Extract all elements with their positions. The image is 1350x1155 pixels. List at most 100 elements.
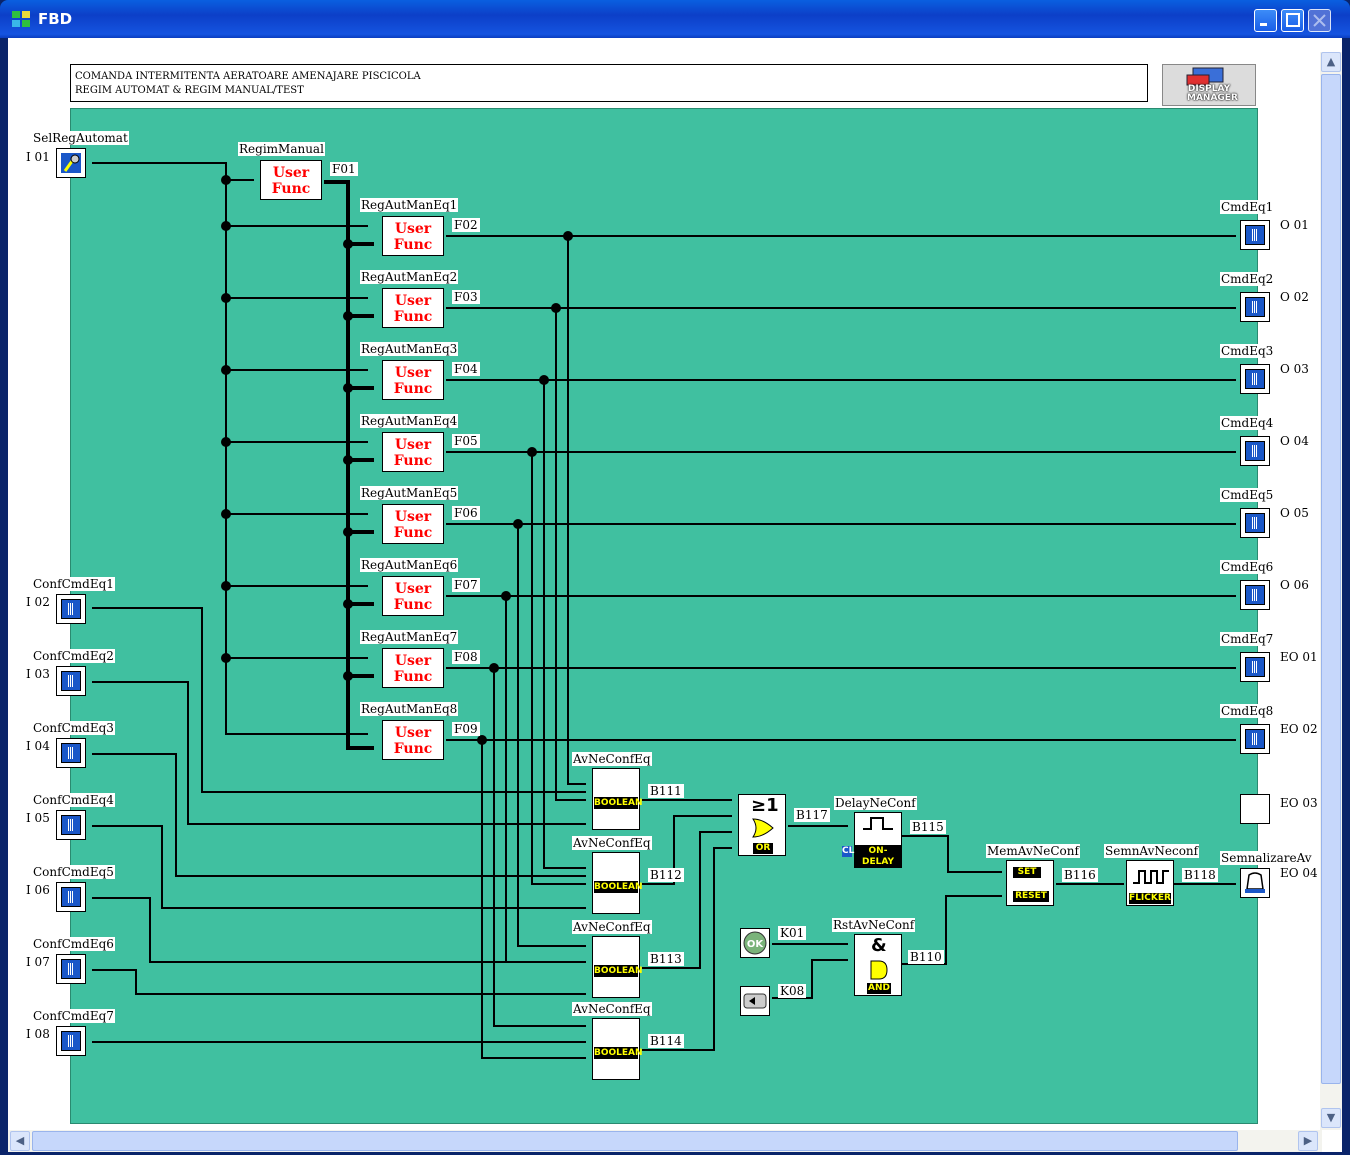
output-addr: O 04: [1280, 434, 1309, 448]
output-addr: O 03: [1280, 362, 1309, 376]
user-func-text: Func: [393, 597, 433, 613]
delay-tag: ON-DELAY: [854, 846, 902, 868]
user-func-text: Func: [393, 741, 433, 757]
or-block-id: B117: [794, 808, 830, 822]
output-name: CmdEq5: [1220, 488, 1275, 502]
or-gate-icon: [752, 818, 774, 838]
user-func-text: Func: [393, 309, 433, 325]
delay-block-name: DelayNeConf: [834, 796, 917, 810]
and-block-b110[interactable]: & AND: [854, 934, 902, 996]
user-func-id: F05: [452, 434, 480, 448]
boolean-block-b112[interactable]: BOOLEAN: [592, 852, 643, 914]
input-name: ConfCmdEq3: [32, 721, 115, 735]
input-addr: I 07: [26, 955, 50, 969]
output-addr: EO 04: [1280, 866, 1318, 880]
key-block-k08[interactable]: [740, 986, 770, 1016]
set-tag: SET: [1013, 867, 1041, 878]
output-addr: EO 03: [1280, 796, 1318, 810]
mem-block-b116[interactable]: SET RESET: [1006, 860, 1054, 906]
flicker-block-b118[interactable]: FLICKER: [1126, 860, 1174, 906]
output-block-o03[interactable]: [1240, 364, 1270, 394]
output-name: SemnalizareAv: [1220, 851, 1313, 865]
input-name: ConfCmdEq7: [32, 1009, 115, 1023]
mem-block-id: B116: [1062, 868, 1098, 882]
and-gate-icon: [870, 960, 888, 980]
input-block-i04[interactable]: [56, 738, 86, 768]
or-block-b117[interactable]: ≥1 OR: [738, 794, 786, 856]
user-func-block-f09[interactable]: User Func: [382, 720, 444, 760]
input-block-i01[interactable]: [56, 148, 86, 178]
on-delay-icon: [863, 817, 893, 830]
output-name: CmdEq6: [1220, 560, 1275, 574]
user-func-text: User: [394, 221, 432, 237]
output-block-o01[interactable]: [1240, 220, 1270, 250]
input-addr: I 04: [26, 739, 50, 753]
delay-block-b115[interactable]: [854, 812, 902, 846]
digital-io-icon: [61, 671, 81, 691]
user-func-block-f03[interactable]: User Func: [382, 288, 444, 328]
input-name: ConfCmdEq4: [32, 793, 115, 807]
input-block-i05[interactable]: [56, 810, 86, 840]
output-block-o02[interactable]: [1240, 292, 1270, 322]
digital-io-icon: [61, 815, 81, 835]
output-name: CmdEq4: [1220, 416, 1275, 430]
or-tag: OR: [753, 843, 773, 854]
horizontal-scroll-thumb[interactable]: [32, 1131, 1238, 1151]
user-func-block-f08[interactable]: User Func: [382, 648, 444, 688]
boolean-block-name: AvNeConfEq: [572, 752, 652, 766]
user-func-id: F01: [330, 162, 358, 176]
vertical-scroll-thumb[interactable]: [1321, 74, 1341, 1084]
user-func-block-f04[interactable]: User Func: [382, 360, 444, 400]
key-block-k01[interactable]: OK: [740, 928, 770, 958]
output-name: CmdEq7: [1220, 632, 1275, 646]
delay-block-id: B115: [910, 820, 946, 834]
user-func-id: F07: [452, 578, 480, 592]
boolean-block-b113[interactable]: BOOLEAN: [592, 936, 643, 998]
scroll-right-button[interactable]: ▶: [1298, 1131, 1318, 1151]
horizontal-scrollbar[interactable]: ◀ ▶: [8, 1130, 1322, 1152]
boolean-block-name: AvNeConfEq: [572, 920, 652, 934]
output-block-o05[interactable]: [1240, 508, 1270, 538]
boolean-tag: BOOLEAN: [594, 797, 643, 809]
input-block-i06[interactable]: [56, 882, 86, 912]
boolean-block-b114[interactable]: BOOLEAN: [592, 1018, 643, 1080]
input-addr: I 06: [26, 883, 50, 897]
vertical-scrollbar[interactable]: ▲ ▼: [1320, 52, 1342, 1130]
input-name: SelRegAutomat: [32, 131, 129, 145]
user-func-block-f02[interactable]: User Func: [382, 216, 444, 256]
output-block-o06[interactable]: [1240, 580, 1270, 610]
user-func-block-f01[interactable]: User Func: [260, 160, 322, 200]
output-name: CmdEq3: [1220, 344, 1275, 358]
user-func-block-f05[interactable]: User Func: [382, 432, 444, 472]
boolean-block-id: B113: [648, 952, 684, 966]
input-addr: I 08: [26, 1027, 50, 1041]
scroll-down-button[interactable]: ▼: [1321, 1108, 1341, 1128]
output-block-eo02[interactable]: [1240, 724, 1270, 754]
user-func-block-f07[interactable]: User Func: [382, 576, 444, 616]
input-addr: I 02: [26, 595, 50, 609]
user-func-name: RegimManual: [238, 142, 325, 156]
boolean-block-name: AvNeConfEq: [572, 1002, 652, 1016]
output-block-eo03[interactable]: [1240, 794, 1270, 824]
user-func-name: RegAutManEq3: [360, 342, 459, 356]
input-block-i07[interactable]: [56, 954, 86, 984]
selector-switch-icon: [61, 153, 81, 173]
output-block-eo01[interactable]: [1240, 652, 1270, 682]
output-block-eo04[interactable]: [1240, 868, 1270, 898]
user-func-name: RegAutManEq4: [360, 414, 459, 428]
input-block-i08[interactable]: [56, 1026, 86, 1056]
cl-badge: CL: [842, 846, 855, 857]
output-name: CmdEq2: [1220, 272, 1275, 286]
user-func-block-f06[interactable]: User Func: [382, 504, 444, 544]
scroll-left-button[interactable]: ◀: [10, 1131, 30, 1151]
input-block-i03[interactable]: [56, 666, 86, 696]
scroll-up-button[interactable]: ▲: [1321, 52, 1341, 72]
user-func-text: User: [394, 653, 432, 669]
user-func-text: Func: [393, 669, 433, 685]
input-block-i02[interactable]: [56, 594, 86, 624]
user-func-text: Func: [393, 237, 433, 253]
and-block-id: B110: [908, 950, 944, 964]
boolean-block-b111[interactable]: BOOLEAN: [592, 768, 643, 830]
output-block-o04[interactable]: [1240, 436, 1270, 466]
flicker-block-id: B118: [1182, 868, 1218, 882]
